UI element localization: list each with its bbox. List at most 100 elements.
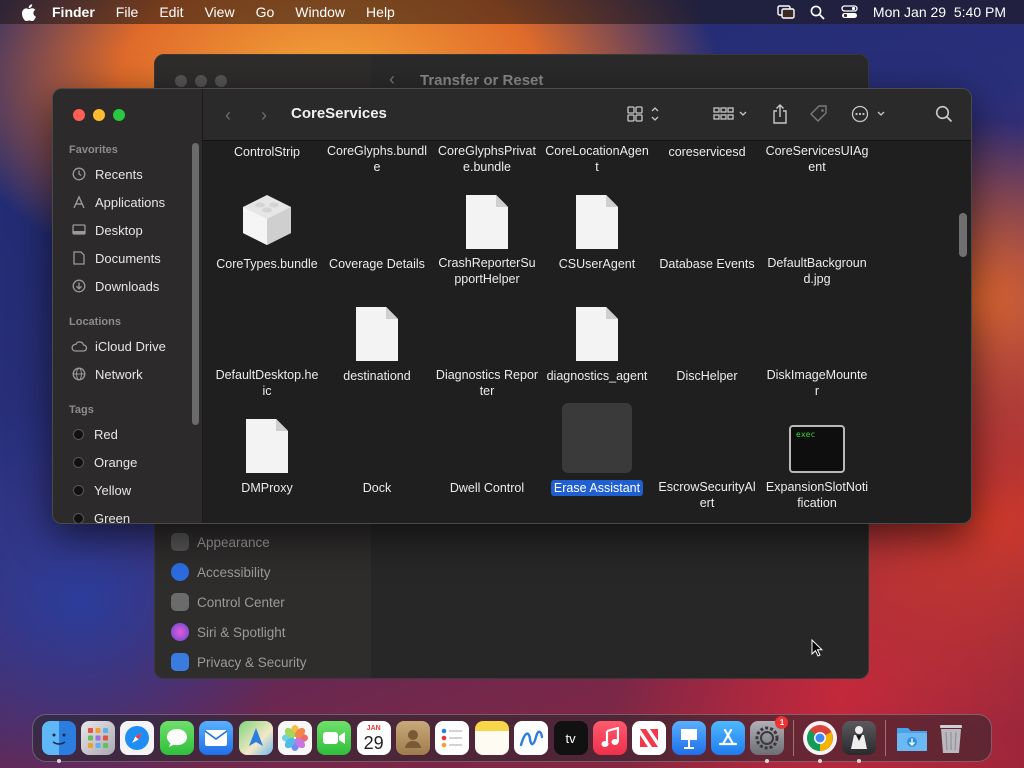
dock-music-icon[interactable]: [592, 721, 627, 755]
dock-facetime-icon[interactable]: [317, 721, 352, 755]
group-by-icon-button[interactable]: [711, 103, 751, 125]
dock-system-settings-icon[interactable]: 1: [750, 716, 789, 763]
file-item[interactable]: CoreLocationAgent: [542, 143, 652, 176]
control-center-icon[interactable]: [841, 3, 859, 21]
sidebar-scrollbar[interactable]: [192, 143, 199, 425]
dock-photos-icon[interactable]: [277, 721, 312, 755]
file-item[interactable]: CrashReporterSupportHelper: [432, 189, 542, 288]
sidebar-tag-red[interactable]: Red: [71, 424, 118, 444]
dock-keynote-icon[interactable]: [671, 721, 706, 755]
sidebar-item-network[interactable]: Network: [71, 364, 143, 384]
file-item[interactable]: EscrowSecurityAlert: [652, 413, 762, 512]
back-chevron-icon[interactable]: ‹: [389, 69, 395, 90]
sidebar-item-recents[interactable]: Recents: [71, 164, 143, 184]
file-item[interactable]: Database Events: [652, 189, 762, 273]
file-item[interactable]: exec ExpansionSlotNotification: [762, 413, 872, 512]
minimize-button[interactable]: [195, 75, 207, 87]
dock-notes-icon[interactable]: [474, 721, 509, 755]
zoom-button[interactable]: [215, 75, 227, 87]
dock-reminders-icon[interactable]: [435, 721, 470, 755]
zoom-button[interactable]: [113, 109, 125, 121]
dock-bartender-icon[interactable]: [842, 721, 877, 763]
sidebar-tag-green[interactable]: Green: [71, 508, 130, 523]
back-chevron-icon[interactable]: ‹: [225, 105, 231, 126]
sidebar-tag-yellow[interactable]: Yellow: [71, 480, 131, 500]
dock-maps-icon[interactable]: [238, 721, 273, 755]
sidebar-item-documents[interactable]: Documents: [71, 248, 161, 268]
menu-datetime[interactable]: Mon Jan 29 5:40 PM: [873, 4, 1006, 20]
dock-news-icon[interactable]: [632, 721, 667, 755]
content-scrollbar[interactable]: [959, 213, 967, 257]
file-item[interactable]: DMProxy: [212, 413, 322, 497]
dock-freeform-icon[interactable]: [514, 721, 549, 755]
file-item[interactable]: Diagnostics Reporter: [432, 301, 542, 400]
file-item[interactable]: DefaultDesktop.heic: [212, 301, 322, 400]
dock-calendar-icon[interactable]: JAN 29: [356, 721, 391, 755]
settings-item-control-center[interactable]: Control Center: [171, 587, 307, 617]
minimize-button[interactable]: [93, 109, 105, 121]
file-item[interactable]: DiscHelper: [652, 301, 762, 385]
settings-item-appearance[interactable]: Appearance: [171, 527, 307, 557]
file-item[interactable]: Dock: [322, 413, 432, 497]
dock-launchpad-icon[interactable]: [81, 721, 116, 755]
file-item[interactable]: diagnostics_agent: [542, 301, 652, 385]
menu-window[interactable]: Window: [295, 4, 345, 20]
dock-messages-icon[interactable]: [159, 721, 194, 755]
more-actions-icon[interactable]: [849, 103, 889, 125]
sidebar-item-applications[interactable]: Applications: [71, 192, 165, 212]
file-item[interactable]: DefaultBackground.jpg: [762, 189, 872, 288]
file-item[interactable]: coreservicesd: [652, 143, 762, 161]
view-mode-icon-button[interactable]: [625, 103, 665, 125]
menu-view[interactable]: View: [204, 4, 234, 20]
settings-item-siri-spotlight[interactable]: Siri & Spotlight: [171, 617, 307, 647]
sidebar-tag-orange[interactable]: Orange: [71, 452, 137, 472]
settings-item-privacy-security[interactable]: Privacy & Security: [171, 647, 307, 677]
file-item[interactable]: ControlStrip: [212, 143, 322, 161]
file-name: coreservicesd: [668, 145, 746, 159]
desktop-icon: [71, 222, 87, 238]
file-item[interactable]: CoreGlyphs.bundle: [322, 143, 432, 176]
forward-chevron-icon[interactable]: ›: [261, 105, 267, 126]
menu-file[interactable]: File: [116, 4, 139, 20]
file-item[interactable]: CoreTypes.bundle: [212, 189, 322, 273]
dock-contacts-icon[interactable]: [396, 721, 431, 755]
menu-go[interactable]: Go: [256, 4, 275, 20]
menu-help[interactable]: Help: [366, 4, 395, 20]
menu-app-name[interactable]: Finder: [52, 4, 95, 20]
close-button[interactable]: [73, 109, 85, 121]
file-item-selected[interactable]: Erase Assistant: [542, 403, 652, 497]
close-button[interactable]: [175, 75, 187, 87]
sidebar-item-desktop[interactable]: Desktop: [71, 220, 143, 240]
sidebar-item-icloud-drive[interactable]: iCloud Drive: [71, 336, 166, 356]
tag-icon[interactable]: [807, 103, 831, 125]
dock-chrome-icon[interactable]: [802, 721, 837, 763]
share-icon[interactable]: [769, 103, 791, 125]
dock-downloads-folder-icon[interactable]: [895, 721, 929, 755]
dock-mail-icon[interactable]: [199, 721, 234, 755]
file-item[interactable]: CoreServicesUIAgent: [762, 143, 872, 176]
dock-safari-icon[interactable]: [120, 721, 155, 755]
file-item[interactable]: Coverage Details: [322, 189, 432, 273]
settings-item-accessibility[interactable]: Accessibility: [171, 557, 307, 587]
apple-menu-icon[interactable]: [18, 2, 38, 22]
file-item[interactable]: CSUserAgent: [542, 189, 652, 273]
menu-edit[interactable]: Edit: [159, 4, 183, 20]
file-name: diagnostics_agent: [546, 369, 648, 383]
dock-app-store-icon[interactable]: [711, 721, 746, 755]
sidebar-item-label: iCloud Drive: [95, 338, 166, 354]
sidebar-item-downloads[interactable]: Downloads: [71, 276, 159, 296]
search-icon[interactable]: [933, 103, 955, 125]
dock-separator: [793, 720, 795, 756]
dock-finder-icon[interactable]: [41, 721, 76, 763]
file-item[interactable]: Dwell Control: [432, 413, 542, 497]
screen-mirroring-icon[interactable]: [777, 3, 795, 21]
spotlight-search-icon[interactable]: [809, 3, 827, 21]
dock-trash-icon[interactable]: [934, 721, 968, 755]
file-name: CoreTypes.bundle: [216, 257, 318, 271]
sidebar-item-label: Desktop: [95, 222, 143, 238]
dock-apple-tv-icon[interactable]: tv: [553, 721, 588, 755]
file-item[interactable]: destinationd: [322, 301, 432, 385]
file-icon-grid: ControlStrip CoreGlyphs.bundle CoreGlyph…: [203, 141, 971, 523]
file-item[interactable]: CoreGlyphsPrivate.bundle: [432, 143, 542, 176]
file-item[interactable]: DiskImageMounter: [762, 301, 872, 400]
